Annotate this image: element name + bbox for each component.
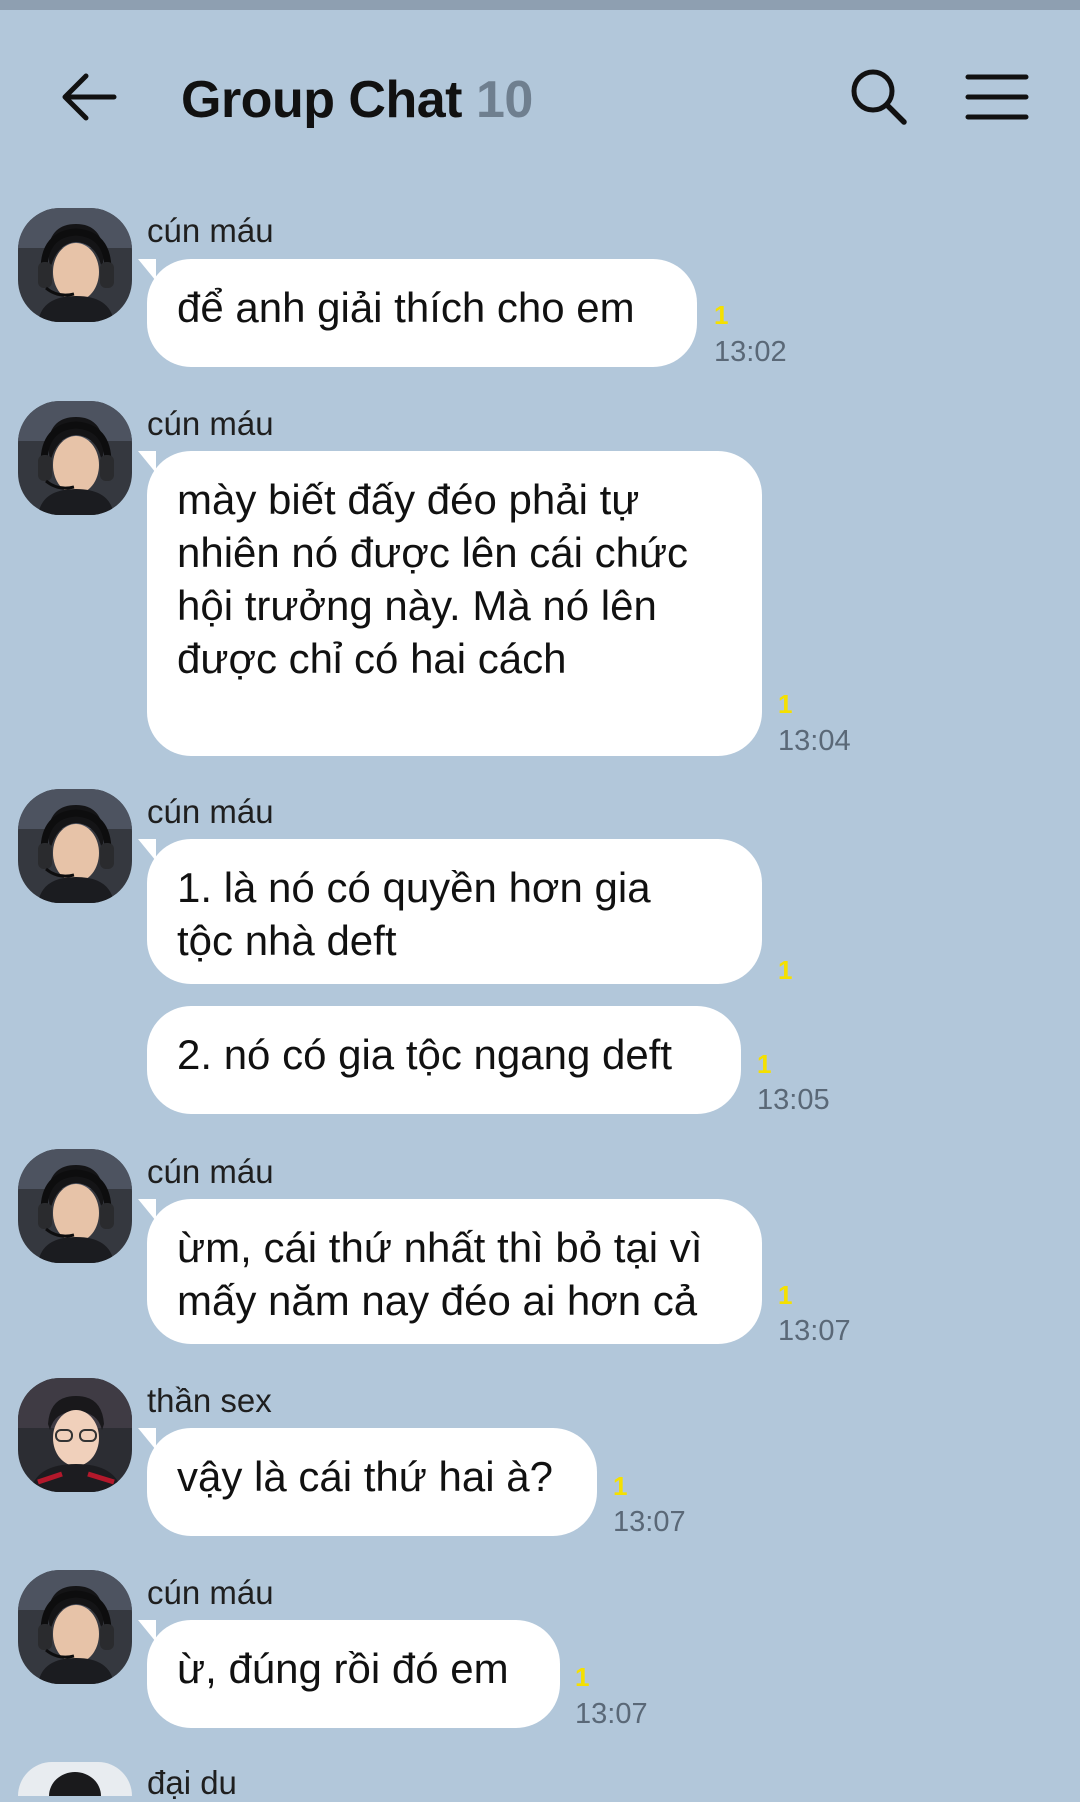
chat-header: Group Chat 10 — [0, 10, 1080, 180]
sender-name: cún máu — [147, 1574, 274, 1611]
sender-avatar[interactable] — [18, 1378, 132, 1492]
sender-name: cún máu — [147, 212, 274, 249]
message-time: 13:07 — [575, 1698, 648, 1730]
message-text: 2. nó có gia tộc ngang deft — [177, 1031, 673, 1078]
message-text-line: tộc nhà deft — [177, 917, 397, 964]
status-bar-strip — [0, 0, 1080, 10]
unread-count: 1 — [778, 1280, 793, 1310]
message-text: ừ, đúng rồi đó em — [177, 1645, 509, 1692]
message-bubble[interactable]: vậy là cái thứ hai à? — [138, 1428, 597, 1536]
sender-avatar[interactable] — [18, 789, 132, 903]
sender-avatar[interactable] — [18, 1149, 132, 1263]
sender-avatar[interactable] — [18, 208, 132, 322]
sender-name: cún máu — [147, 793, 274, 830]
message-bubble[interactable]: 2. nó có gia tộc ngang deft — [147, 1006, 741, 1114]
message-text-line: nhiên nó được lên cái chức — [177, 529, 689, 576]
sender-name: cún máu — [147, 1153, 274, 1190]
message-time: 13:07 — [613, 1506, 686, 1538]
sender-name: cún máu — [147, 405, 274, 442]
message-time: 13:04 — [778, 725, 851, 757]
sender-avatar[interactable] — [18, 1570, 132, 1684]
message-text-line: hội trưởng này. Mà nó lên — [177, 582, 657, 629]
avatar-photo — [18, 789, 132, 903]
message-text-line: 1. là nó có quyền hơn gia — [177, 864, 651, 911]
search-icon — [851, 69, 907, 125]
unread-count: 1 — [613, 1471, 628, 1501]
message-text-line: được chỉ có hai cách — [177, 635, 567, 682]
message-time: 13:05 — [757, 1084, 830, 1116]
message-text-line: ừm, cái thứ nhất thì bỏ tại vì — [177, 1224, 703, 1271]
avatar-photo — [18, 401, 132, 515]
message-text-line: mày biết đấy đéo phải tự — [177, 476, 640, 523]
avatar-photo — [18, 1378, 132, 1492]
member-count: 10 — [475, 71, 533, 129]
message-text: để anh giải thích cho em — [177, 284, 635, 331]
sender-name: thần sex — [147, 1382, 272, 1419]
message-time: 13:02 — [714, 336, 787, 368]
message-bubble[interactable]: ừm, cái thứ nhất thì bỏ tại vì mấy năm n… — [138, 1199, 762, 1344]
unread-count: 1 — [778, 955, 793, 985]
avatar-photo — [18, 208, 132, 322]
arrow-left-icon — [62, 73, 117, 121]
search-button[interactable] — [846, 65, 910, 129]
menu-button[interactable] — [964, 65, 1030, 129]
group-name: Group Chat — [181, 71, 462, 129]
sender-name: đại du — [147, 1764, 237, 1801]
sender-avatar[interactable] — [18, 1762, 132, 1796]
back-button[interactable] — [56, 65, 120, 129]
message-text: vậy là cái thứ hai à? — [177, 1453, 553, 1500]
chat-title: Group Chat 10 — [181, 70, 533, 130]
message-bubble[interactable]: ừ, đúng rồi đó em — [138, 1620, 560, 1728]
unread-count: 1 — [757, 1049, 772, 1079]
avatar-photo — [18, 1149, 132, 1263]
unread-count: 1 — [778, 689, 793, 719]
hamburger-menu-icon — [965, 74, 1029, 120]
avatar-photo — [18, 1570, 132, 1684]
message-bubble[interactable]: mày biết đấy đéo phải tự nhiên nó được l… — [138, 451, 762, 756]
avatar-photo — [18, 1762, 132, 1796]
message-bubble[interactable]: để anh giải thích cho em — [138, 259, 697, 367]
message-text-line: mấy năm nay đéo ai hơn cả — [177, 1277, 698, 1324]
unread-count: 1 — [714, 300, 729, 330]
sender-avatar[interactable] — [18, 401, 132, 515]
unread-count: 1 — [575, 1662, 590, 1692]
message-time: 13:07 — [778, 1315, 851, 1347]
message-bubble[interactable]: 1. là nó có quyền hơn gia tộc nhà deft — [138, 839, 762, 984]
